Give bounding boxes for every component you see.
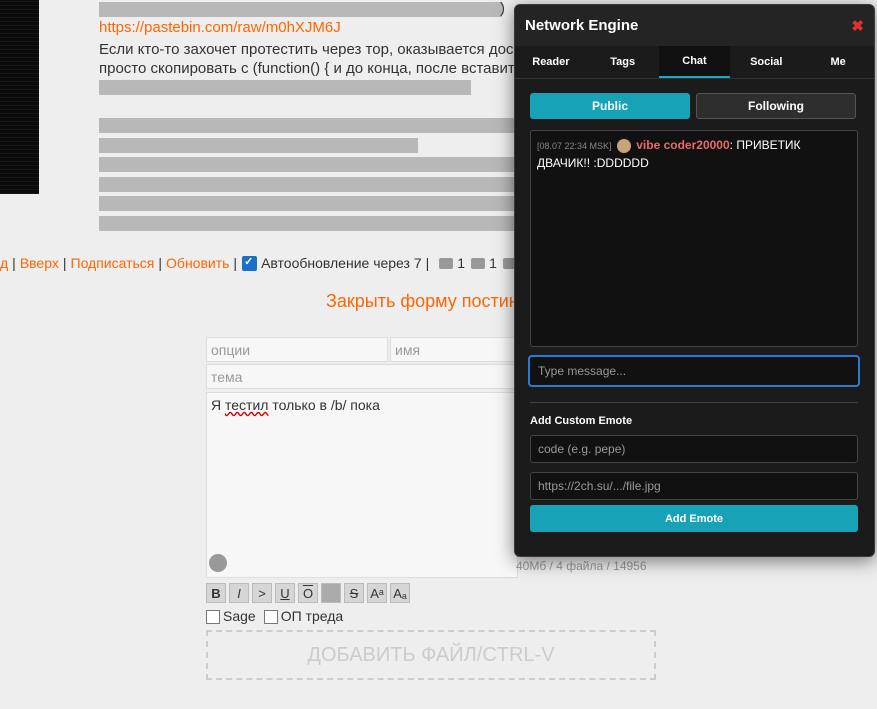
following-button[interactable]: Following [696,93,856,119]
redacted-text [99,157,517,172]
sage-option[interactable]: Sage [206,608,256,625]
pastebin-link[interactable]: https://pastebin.com/raw/m0hXJM6J [99,19,341,36]
misspelled-word: тестил [225,397,269,413]
bold-button[interactable]: B [206,583,226,603]
refresh-link[interactable]: Обновить [166,255,229,271]
underline-button[interactable]: U [275,583,295,603]
message-input[interactable]: Type message... [528,355,860,387]
spoiler-button[interactable] [321,583,341,603]
message-time: [08.07 22:34 MSK] [537,141,612,151]
emote-url-input[interactable]: https://2ch.su/.../file.jpg [530,472,858,500]
post-line-1: Если кто-то захочет протестить через тор… [99,41,514,58]
options-field[interactable]: опции [206,337,388,362]
network-engine-panel: Network Engine ✖ Reader Tags Chat Social… [514,4,875,557]
tab-me[interactable]: Me [802,46,874,78]
post-line-2: просто скопировать с (function() { и до … [99,60,515,77]
subscript-button[interactable]: Aₐ [390,583,410,603]
image-icon [471,257,486,269]
sail-icon[interactable] [209,554,227,572]
file-limits: 40Мб / 4 файла / 14956 [516,559,647,573]
format-toolbar: B I > U O S Aᵃ Aₐ [206,583,410,603]
separator: | [233,255,238,271]
separator: | [62,255,67,271]
comment-icon [439,257,454,269]
subscribe-link[interactable]: Подписаться [71,255,155,271]
superscript-button[interactable]: Aᵃ [367,583,387,603]
separator: | [12,255,16,271]
post-thumbnail[interactable] [0,0,39,194]
redacted-text [99,118,517,133]
redacted-text [99,196,517,211]
message-author[interactable]: vibe coder20000 [636,138,729,152]
overline-button[interactable]: O [298,583,318,603]
post-options: Sage ОП треда [206,608,344,625]
redacted-text [99,2,502,17]
op-option[interactable]: ОП треда [263,608,344,625]
close-icon[interactable]: ✖ [851,17,864,35]
panel-title: Network Engine [525,17,639,34]
posts-count: 1 [457,255,466,271]
redacted-text [99,80,471,95]
message-textarea[interactable]: Я тестил только в /b/ пока [206,392,518,578]
panel-header: Network Engine ✖ [515,5,874,46]
file-dropzone[interactable]: ДОБАВИТЬ ФАЙЛ/CTRL-V [206,630,656,680]
message-suffix: только в /b/ пока [268,397,380,413]
emote-code-input[interactable]: code (e.g. pepe) [530,435,858,463]
autoupdate-checkbox[interactable] [242,255,258,271]
strike-button[interactable]: S [344,583,364,603]
autoupdate-label: Автообновление через 7 [261,255,422,271]
back-link[interactable]: д [0,255,8,271]
avatar [616,138,631,153]
post-text-fragment: ) [500,0,505,17]
thread-nav: д | Вверх | Подписаться | Обновить | Авт… [0,255,529,272]
post-body: Если кто-то захочет протестить через тор… [99,40,519,78]
separator: | [158,255,163,271]
divider [530,402,858,403]
tab-social[interactable]: Social [730,46,802,78]
top-link[interactable]: Вверх [20,255,59,271]
public-button[interactable]: Public [530,93,690,119]
chat-feed-switch: Public Following [530,93,856,119]
sage-label: Sage [223,608,256,624]
op-checkbox[interactable] [263,610,278,625]
images-count: 1 [489,255,497,271]
chat-log[interactable]: [08.07 22:34 MSK] vibe coder20000: ПРИВЕ… [530,130,858,347]
panel-tabs: Reader Tags Chat Social Me [515,46,874,79]
message-prefix: Я [211,397,225,413]
sage-checkbox[interactable] [206,610,220,625]
redacted-text [99,216,517,231]
op-label: ОП треда [280,608,344,624]
subject-field[interactable]: тема [206,364,518,389]
redacted-text [99,138,418,153]
tab-chat[interactable]: Chat [658,46,731,78]
tab-tags[interactable]: Tags [587,46,659,78]
chat-message: [08.07 22:34 MSK] vibe coder20000: ПРИВЕ… [537,137,851,172]
tab-reader[interactable]: Reader [515,46,587,78]
close-form-link[interactable]: Закрыть форму постин [326,291,519,312]
emote-heading: Add Custom Emote [530,415,633,427]
separator: | [425,255,430,271]
add-emote-button[interactable]: Add Emote [530,505,858,532]
name-field[interactable]: имя [390,337,518,362]
italic-button[interactable]: I [229,583,249,603]
quote-button[interactable]: > [252,583,272,603]
redacted-text [99,177,517,192]
